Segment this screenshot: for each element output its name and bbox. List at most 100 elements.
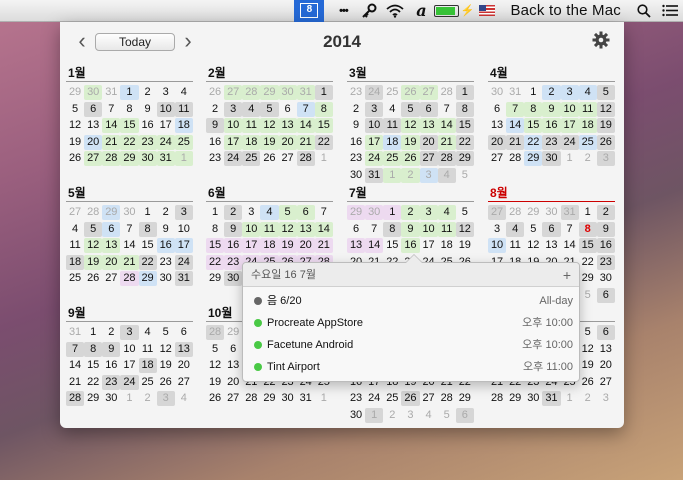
day-cell[interactable]: 1 <box>455 85 474 100</box>
day-cell[interactable]: 23 <box>138 134 157 150</box>
day-cell[interactable]: 28 <box>84 205 102 220</box>
day-cell[interactable]: 16 <box>206 135 224 150</box>
day-cell[interactable]: 8 <box>206 222 224 237</box>
day-cell[interactable]: 19 <box>260 134 279 150</box>
day-cell[interactable]: 27 <box>279 151 297 166</box>
day-cell[interactable]: 30 <box>120 205 138 220</box>
day-cell[interactable]: 11 <box>139 342 157 357</box>
day-cell[interactable]: 4 <box>420 408 438 423</box>
day-cell[interactable]: 3 <box>120 325 139 340</box>
day-cell[interactable]: 20 <box>488 134 507 150</box>
day-cell[interactable]: 14 <box>506 118 525 133</box>
day-cell[interactable]: 11 <box>174 101 193 117</box>
day-cell[interactable]: 1 <box>315 151 333 166</box>
day-cell[interactable]: 28 <box>102 151 121 166</box>
day-cell[interactable]: 19 <box>157 358 175 373</box>
day-cell[interactable]: 22 <box>579 255 597 270</box>
gear-icon[interactable] <box>592 31 610 49</box>
day-cell[interactable]: 21 <box>506 134 525 150</box>
day-cell[interactable]: 18 <box>242 134 261 150</box>
day-cell[interactable]: 16 <box>224 238 243 253</box>
day-cell[interactable]: 4 <box>437 205 456 220</box>
day-cell[interactable]: 17 <box>365 134 384 150</box>
day-cell[interactable]: 21 <box>314 238 333 253</box>
day-cell[interactable]: 4 <box>66 222 84 237</box>
day-cell[interactable]: 5 <box>278 205 297 220</box>
day-cell[interactable]: 27 <box>224 85 243 100</box>
day-cell[interactable]: 26 <box>260 151 278 166</box>
day-cell[interactable]: 28 <box>437 151 456 166</box>
day-cell[interactable]: 28 <box>120 271 139 286</box>
day-cell[interactable]: 4 <box>139 325 157 340</box>
day-cell[interactable]: 29 <box>524 205 542 220</box>
day-cell[interactable]: 29 <box>260 85 279 100</box>
day-cell[interactable]: 1 <box>383 205 402 220</box>
day-cell[interactable]: 30 <box>157 271 175 286</box>
day-cell[interactable]: 8 <box>383 221 402 237</box>
day-cell[interactable]: 26 <box>401 391 420 406</box>
day-cell[interactable]: 23 <box>542 134 561 150</box>
day-cell[interactable]: 31 <box>365 167 384 183</box>
day-cell[interactable]: 29 <box>206 271 224 286</box>
day-cell[interactable]: 4 <box>383 102 401 117</box>
day-cell[interactable]: 23 <box>347 151 365 166</box>
day-cell[interactable]: 11 <box>66 238 84 253</box>
wifi-icon[interactable] <box>382 0 408 22</box>
day-cell[interactable]: 9 <box>542 101 561 117</box>
day-cell[interactable]: 3 <box>597 391 615 406</box>
day-cell[interactable]: 31 <box>296 85 315 100</box>
day-cell[interactable]: 2 <box>401 205 420 220</box>
day-cell[interactable]: 30 <box>84 85 103 100</box>
day-cell[interactable]: 4 <box>437 167 456 183</box>
day-cell[interactable]: 25 <box>383 85 401 100</box>
day-cell[interactable]: 2 <box>347 102 365 117</box>
day-cell[interactable]: 6 <box>224 342 242 357</box>
day-cell[interactable]: 18 <box>260 238 279 253</box>
day-cell[interactable]: 17 <box>157 118 175 133</box>
day-cell[interactable]: 24 <box>156 134 175 150</box>
day-cell[interactable]: 5 <box>456 205 474 220</box>
day-cell[interactable]: 22 <box>84 375 102 390</box>
day-cell[interactable]: 28 <box>206 325 225 340</box>
day-cell[interactable]: 28 <box>438 85 456 100</box>
day-cell[interactable]: 2 <box>206 102 224 117</box>
day-cell[interactable]: 31 <box>156 151 175 166</box>
day-cell[interactable]: 27 <box>66 205 84 220</box>
day-cell[interactable]: 27 <box>102 271 120 286</box>
day-cell[interactable]: 7 <box>315 205 333 220</box>
day-cell[interactable]: 15 <box>314 118 333 133</box>
day-cell[interactable]: 12 <box>84 238 103 253</box>
day-cell[interactable]: 1 <box>315 391 333 406</box>
day-cell[interactable]: 12 <box>66 118 84 133</box>
day-cell[interactable]: 9 <box>157 222 175 237</box>
day-cell[interactable]: 16 <box>347 135 365 150</box>
day-cell[interactable]: 6 <box>596 287 615 303</box>
day-cell[interactable]: 9 <box>224 221 243 237</box>
day-cell[interactable]: 1 <box>84 325 102 340</box>
day-cell[interactable]: 6 <box>542 221 561 237</box>
day-cell[interactable]: 25 <box>242 151 261 166</box>
day-cell[interactable]: 2 <box>542 85 561 100</box>
day-cell[interactable]: 19 <box>456 238 474 253</box>
day-cell[interactable]: 20 <box>296 238 315 253</box>
day-cell[interactable]: 1 <box>120 391 138 406</box>
day-cell[interactable]: 29 <box>455 151 474 166</box>
day-cell[interactable]: 25 <box>578 134 597 150</box>
day-cell[interactable]: 18 <box>383 134 402 150</box>
day-cell[interactable]: 30 <box>597 271 615 286</box>
day-cell[interactable]: 24 <box>365 391 383 406</box>
day-cell[interactable]: 18 <box>438 238 456 253</box>
day-cell[interactable]: 20 <box>84 134 103 150</box>
menubar-app-title[interactable]: Back to the Mac <box>500 0 631 22</box>
day-cell[interactable]: 12 <box>524 238 542 253</box>
day-cell[interactable]: 5 <box>524 222 542 237</box>
day-cell[interactable]: 30 <box>542 205 560 220</box>
day-cell[interactable]: 30 <box>102 391 120 406</box>
day-cell[interactable]: 28 <box>242 391 260 406</box>
day-cell[interactable]: 21 <box>120 254 139 270</box>
day-cell[interactable]: 29 <box>347 205 366 220</box>
day-cell[interactable]: 27 <box>175 375 193 390</box>
day-cell[interactable]: 21 <box>102 134 121 150</box>
day-cell[interactable]: 5 <box>579 325 597 340</box>
day-cell[interactable]: 17 <box>224 134 243 150</box>
